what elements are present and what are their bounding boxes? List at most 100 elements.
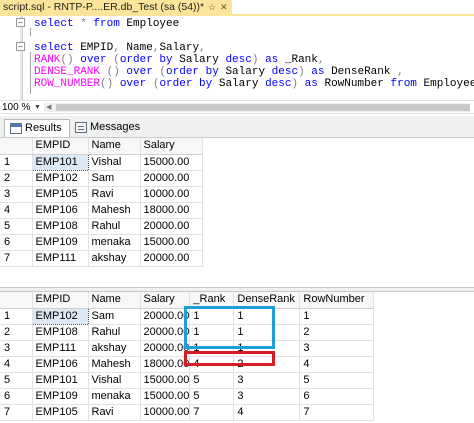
table-cell[interactable]: 15000.00 (140, 234, 203, 251)
table-cell[interactable]: 20000.00 (140, 340, 191, 357)
table-cell[interactable]: 20000.00 (140, 308, 191, 325)
row-number[interactable]: 2 (0, 170, 33, 187)
row-number[interactable]: 4 (0, 356, 33, 373)
table-cell[interactable]: 4 (299, 356, 375, 373)
column-header[interactable]: Name (88, 292, 141, 309)
table-cell[interactable]: Ravi (88, 404, 141, 421)
zoom-level[interactable]: 100 % (2, 101, 30, 114)
row-number[interactable]: 1 (0, 308, 33, 325)
table-cell[interactable]: EMP111 (32, 250, 89, 267)
table-cell[interactable]: 20000.00 (140, 250, 203, 267)
table-cell[interactable]: Vishal (88, 372, 141, 389)
table-cell[interactable]: EMP105 (32, 186, 89, 203)
table-cell[interactable]: 15000.00 (140, 154, 203, 171)
table-cell[interactable]: 20000.00 (140, 218, 203, 235)
results-table-1[interactable]: EMPID Name Salary 1 EMP101 Vishal 15000.00 2 EMP… (0, 138, 203, 267)
collapse-icon[interactable]: − (16, 42, 25, 51)
scrollbar-thumb[interactable] (56, 104, 470, 111)
tab-messages[interactable]: Messages (70, 119, 140, 137)
table-cell[interactable]: 3 (233, 388, 301, 405)
table-row[interactable]: 2 EMP102 Sam 20000.00 (0, 170, 203, 187)
table-row[interactable]: 1 EMP101 Vishal 15000.00 (0, 153, 203, 171)
column-header[interactable]: Name (88, 138, 141, 155)
table-cell[interactable]: EMP111 (32, 340, 89, 357)
table-cell[interactable]: akshay (88, 250, 141, 267)
table-row[interactable]: 5 EMP108 Rahul 20000.00 (0, 218, 203, 235)
table-cell[interactable]: Mahesh (88, 202, 141, 219)
row-number[interactable]: 4 (0, 202, 33, 219)
table-cell[interactable]: EMP108 (32, 218, 89, 235)
chevron-down-icon[interactable]: ▼ (34, 101, 41, 114)
column-header[interactable]: Salary (140, 138, 203, 155)
table-cell[interactable]: 7 (299, 404, 375, 421)
table-cell[interactable]: 15000.00 (140, 388, 191, 405)
table-cell[interactable]: akshay (88, 340, 141, 357)
collapse-icon[interactable]: − (16, 18, 25, 27)
table-cell[interactable]: 6 (299, 388, 375, 405)
table-cell[interactable]: EMP102 (32, 170, 89, 187)
table-cell[interactable]: 3 (299, 340, 375, 357)
table-row[interactable]: 6 EMP109 menaka 15000.00 (0, 234, 203, 251)
column-header[interactable]: Salary (140, 292, 191, 309)
row-number[interactable]: 7 (0, 250, 33, 267)
row-number[interactable]: 6 (0, 388, 33, 405)
row-number[interactable]: 3 (0, 186, 33, 203)
pin-icon[interactable]: ☆ (208, 0, 216, 14)
table-row[interactable]: 6 EMP109 menaka 15000.00 5 3 6 (0, 388, 375, 405)
column-header[interactable]: RowNumber (299, 292, 375, 309)
table-cell[interactable]: 20000.00 (140, 170, 203, 187)
table-cell[interactable]: 5 (189, 388, 235, 405)
table-cell[interactable]: 1 (299, 308, 375, 325)
table-cell[interactable]: EMP102 (31, 307, 89, 325)
row-number[interactable]: 7 (0, 404, 33, 421)
table-row[interactable]: 3 EMP105 Ravi 10000.00 (0, 186, 203, 203)
row-header-corner[interactable] (0, 138, 33, 155)
table-cell[interactable]: EMP106 (32, 356, 89, 373)
table-row[interactable]: 5 EMP101 Vishal 15000.00 5 3 5 (0, 372, 375, 389)
table-cell[interactable]: EMP108 (32, 324, 89, 341)
row-number[interactable]: 6 (0, 234, 33, 251)
table-cell[interactable]: 18000.00 (140, 356, 191, 373)
table-row[interactable]: 4 EMP106 Mahesh 18000.00 (0, 202, 203, 219)
table-cell[interactable]: 3 (233, 372, 301, 389)
table-cell[interactable]: EMP101 (32, 372, 89, 389)
scroll-left-icon[interactable]: ◀ (46, 102, 51, 113)
row-number[interactable]: 3 (0, 340, 33, 357)
table-cell[interactable]: EMP106 (32, 202, 89, 219)
table-cell[interactable]: EMP105 (32, 404, 89, 421)
table-cell[interactable]: menaka (88, 388, 141, 405)
table-cell[interactable]: 2 (299, 324, 375, 341)
tab-results[interactable]: Results (4, 119, 70, 137)
table-row[interactable]: 7 EMP105 Ravi 10000.00 7 4 7 (0, 404, 375, 421)
table-cell[interactable]: 7 (189, 404, 235, 421)
table-cell[interactable]: 20000.00 (140, 324, 191, 341)
query-editor[interactable]: − − select * from Employee select EMPID, … (0, 16, 474, 100)
document-tab[interactable]: script.sql - RNTP-P....ER.db_Test (sa (5… (0, 0, 232, 14)
row-number[interactable]: 1 (0, 154, 33, 171)
column-header[interactable]: EMPID (32, 138, 89, 155)
table-cell[interactable]: EMP109 (32, 234, 89, 251)
table-cell[interactable]: 4 (233, 404, 301, 421)
table-cell[interactable]: Vishal (88, 154, 141, 171)
table-cell[interactable]: Ravi (88, 186, 141, 203)
table-cell[interactable]: menaka (88, 234, 141, 251)
table-cell[interactable]: 15000.00 (140, 372, 191, 389)
table-cell[interactable]: EMP101 (31, 153, 89, 171)
table-cell[interactable]: EMP109 (32, 388, 89, 405)
table-row[interactable]: 7 EMP111 akshay 20000.00 (0, 250, 203, 267)
results-grid-1[interactable]: EMPID Name Salary 1 EMP101 Vishal 15000.00 2 EMP… (0, 138, 474, 287)
row-header-corner[interactable] (0, 292, 33, 309)
table-cell[interactable]: 5 (189, 372, 235, 389)
table-cell[interactable]: Rahul (88, 218, 141, 235)
close-icon[interactable]: ✕ (220, 0, 228, 14)
row-number[interactable]: 5 (0, 372, 33, 389)
table-cell[interactable]: Rahul (88, 324, 141, 341)
table-cell[interactable]: Mahesh (88, 356, 141, 373)
table-cell[interactable]: 10000.00 (140, 404, 191, 421)
table-cell[interactable]: 10000.00 (140, 186, 203, 203)
table-cell[interactable]: Sam (88, 170, 141, 187)
table-cell[interactable]: 5 (299, 372, 375, 389)
table-cell[interactable]: 18000.00 (140, 202, 203, 219)
table-cell[interactable]: Sam (88, 308, 141, 325)
column-header[interactable]: EMPID (32, 292, 89, 309)
